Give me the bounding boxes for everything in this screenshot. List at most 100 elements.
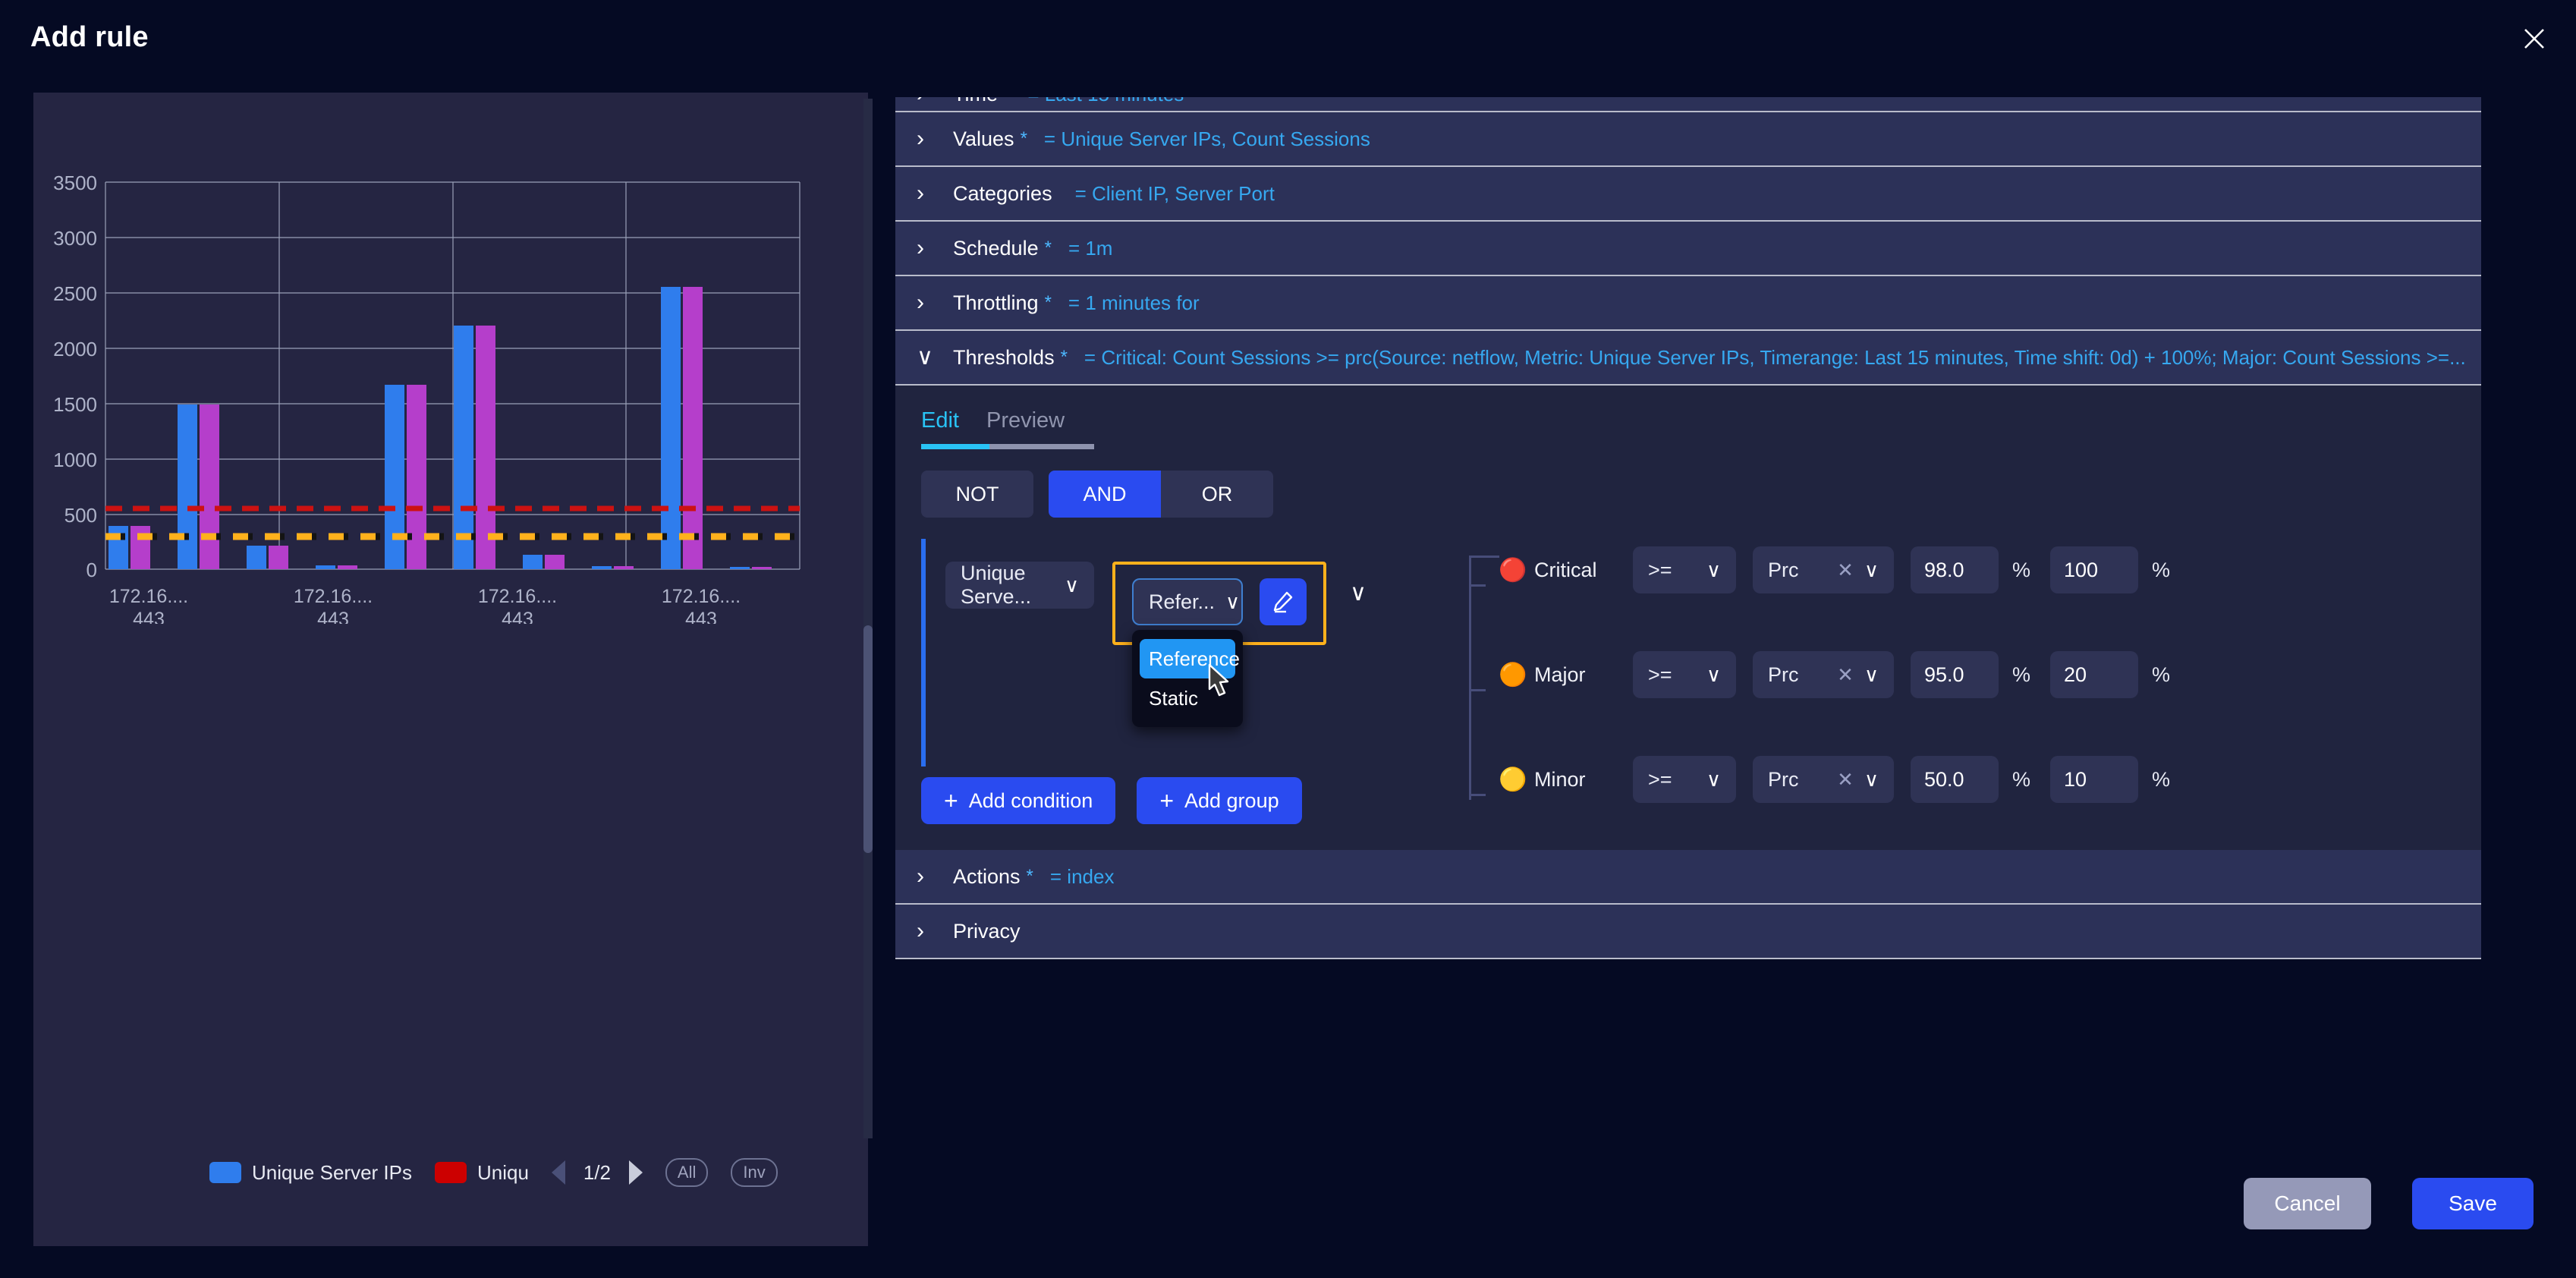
tab-preview[interactable]: Preview [986, 408, 1078, 444]
logic-and-button[interactable]: AND [1049, 471, 1161, 518]
chevron-down-icon: ∨ [1064, 573, 1079, 597]
threshold-offset-input[interactable]: 20 [2050, 651, 2139, 698]
legend-label: Unique Server IPs [252, 1160, 412, 1184]
severity-label: Major [1534, 663, 1586, 686]
accordion-label: Categories [953, 181, 1052, 205]
unit-label: % [2152, 663, 2171, 686]
accordion-row-values[interactable]: › Values * = Unique Server IPs, Count Se… [895, 112, 2481, 167]
svg-text:443: 443 [317, 609, 349, 624]
operator-select[interactable]: >= ∨ [1633, 756, 1736, 803]
flame-icon: 🔴 [1499, 557, 1527, 583]
clear-icon[interactable]: ✕ [1837, 663, 1854, 686]
function-value: Prc [1768, 663, 1799, 686]
clear-icon[interactable]: ✕ [1837, 559, 1854, 581]
logic-not-button[interactable]: NOT [921, 471, 1033, 518]
accordion-value: = 1m [1068, 236, 1113, 260]
accordion-row-categories[interactable]: › Categories = Client IP, Server Port [895, 167, 2481, 222]
severity-connector-tick [1469, 584, 1486, 587]
legend-item[interactable]: Unique Server IPs [209, 1161, 412, 1185]
cancel-button[interactable]: Cancel [2244, 1178, 2371, 1229]
legend-next-icon[interactable] [628, 1160, 643, 1185]
accordion-label: Actions [953, 864, 1021, 888]
tab-edit[interactable]: Edit [921, 408, 973, 444]
function-value: Prc [1768, 558, 1799, 581]
threshold-value-input[interactable]: 98.0 [1911, 546, 1999, 593]
svg-text:0: 0 [86, 559, 97, 581]
threshold-value-input[interactable]: 95.0 [1911, 651, 1999, 698]
accordion-label: Schedule [953, 236, 1039, 260]
accordion-value: = Critical: Count Sessions >= prc(Source… [1084, 345, 2466, 369]
threshold-offset-input[interactable]: 10 [2050, 756, 2139, 803]
add-group-button[interactable]: + Add group [1137, 777, 1302, 824]
legend-item[interactable]: Uniqu [434, 1160, 529, 1185]
chevron-down-icon: ∨ [1706, 558, 1721, 581]
legend-all-button[interactable]: All [665, 1158, 709, 1187]
severity-label: Minor [1534, 767, 1586, 791]
severity-row-major: 🟠 Major >= ∨ Prc ✕ ∨ 95.0 % 20 % [1498, 651, 2170, 698]
accordion-label: Values [953, 127, 1014, 150]
legend-prev-icon[interactable] [551, 1160, 565, 1185]
svg-text:172.16....: 172.16.... [662, 586, 741, 607]
chevron-down-icon: ∨ [1864, 767, 1879, 791]
preview-chart-panel: 3500 3000 2500 2000 1500 500 1000 0 1000… [33, 93, 868, 1246]
required-marker: * [1004, 97, 1011, 105]
severity-connector [1469, 556, 1499, 800]
accordion-row-actions[interactable]: › Actions * = index [895, 850, 2481, 905]
reference-type-select[interactable]: Refer... ∨ [1132, 578, 1243, 625]
accordion-row-throttling[interactable]: › Throttling * = 1 minutes for [895, 276, 2481, 331]
svg-text:443: 443 [685, 609, 717, 624]
severity-rows: 🔴 Critical >= ∨ Prc ✕ ∨ 98.0 % 100 % 🟠 M… [1498, 546, 2170, 861]
condition-group: Unique Serve... ∨ Refer... ∨ Reference S… [921, 539, 2481, 803]
accordion-value: = index [1049, 864, 1115, 888]
add-condition-button[interactable]: + Add condition [921, 777, 1116, 824]
threshold-value-input[interactable]: 50.0 [1911, 756, 1999, 803]
chevron-right-icon: › [917, 918, 924, 943]
operator-select[interactable]: >= ∨ [1633, 546, 1736, 593]
function-select[interactable]: Prc ✕ ∨ [1753, 651, 1894, 698]
rule-form-panel: › Time * = Last 15 minutes › Values * = … [895, 97, 2481, 1137]
right-panel-scrollbar[interactable] [863, 99, 873, 1138]
accordion-row-privacy[interactable]: › Privacy [895, 905, 2481, 959]
reference-type-highlight: Refer... ∨ Reference Static [1112, 562, 1326, 727]
accordion-label: Time [953, 97, 998, 106]
close-icon[interactable] [2509, 14, 2559, 64]
logic-or-button[interactable]: OR [1161, 471, 1273, 518]
flame-icon: 🟠 [1499, 662, 1527, 688]
required-marker: * [1044, 238, 1052, 258]
accordion-value: = Last 15 minutes [1027, 97, 1184, 106]
unit-label: % [2152, 767, 2171, 791]
chevron-right-icon: › [917, 126, 924, 151]
svg-text:443: 443 [133, 609, 165, 624]
save-button[interactable]: Save [2412, 1178, 2534, 1229]
operator-select[interactable]: >= ∨ [1633, 651, 1736, 698]
required-marker: * [1020, 128, 1027, 149]
legend-swatch-icon [209, 1162, 241, 1183]
clear-icon[interactable]: ✕ [1837, 768, 1854, 791]
edit-condition-button[interactable] [1260, 578, 1307, 625]
tab-underline [921, 444, 1094, 449]
legend-page-indicator: 1/2 [583, 1160, 611, 1184]
chevron-right-icon: › [917, 181, 924, 206]
legend-invert-button[interactable]: Inv [731, 1158, 778, 1187]
metric-select[interactable]: Unique Serve... ∨ [945, 562, 1094, 609]
collapse-condition-icon[interactable]: ∨ [1343, 580, 1373, 606]
accordion-row-schedule[interactable]: › Schedule * = 1m [895, 222, 2481, 276]
accordion-value: = 1 minutes for [1068, 291, 1200, 314]
accordion-label: Privacy [953, 919, 1021, 943]
svg-text:172.16....: 172.16.... [109, 586, 188, 607]
function-select[interactable]: Prc ✕ ∨ [1753, 756, 1894, 803]
svg-text:1500: 1500 [53, 393, 97, 416]
scrollbar-thumb[interactable] [863, 625, 873, 853]
group-indicator-bar [921, 539, 926, 766]
threshold-offset-input[interactable]: 100 [2050, 546, 2139, 593]
function-select[interactable]: Prc ✕ ∨ [1753, 546, 1894, 593]
chevron-down-icon: ∨ [1706, 663, 1721, 686]
accordion-row-thresholds[interactable]: ∨ Thresholds * = Critical: Count Session… [895, 331, 2481, 386]
thresholds-editor: Edit Preview NOT AND OR Unique Serve... [895, 386, 2481, 850]
chevron-right-icon: › [917, 290, 924, 315]
chevron-down-icon: ∨ [1225, 590, 1241, 613]
add-rule-dialog: Add rule 3500 3000 2500 2000 1500 0 1000… [0, 0, 2576, 1278]
accordion-label: Throttling [953, 291, 1039, 314]
accordion-row-time[interactable]: › Time * = Last 15 minutes [895, 97, 2481, 112]
legend-label: Uniqu [477, 1160, 529, 1184]
